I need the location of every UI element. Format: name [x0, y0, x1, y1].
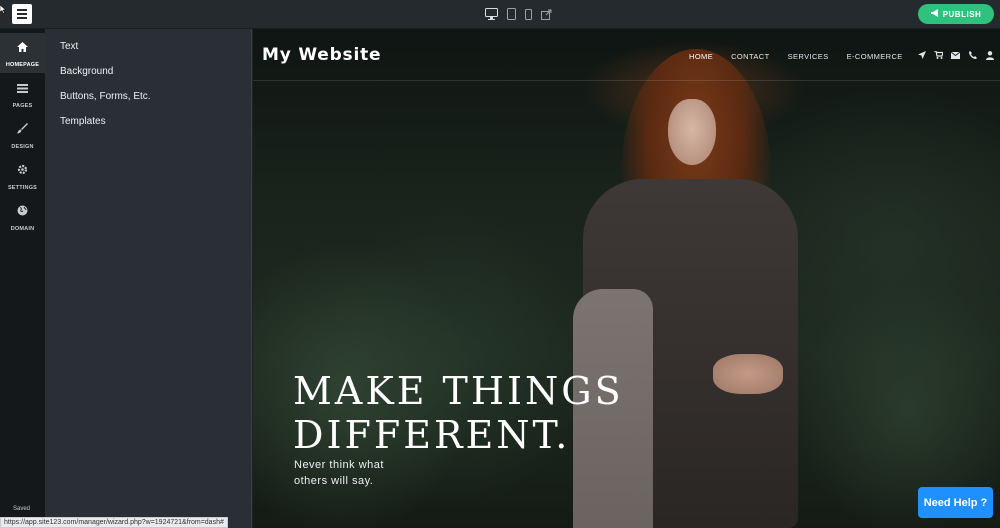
rail-label: HOMEPAGE — [5, 61, 40, 68]
mouse-cursor-icon — [0, 1, 7, 19]
panel-item-buttons-forms[interactable]: Buttons, Forms, Etc. — [60, 91, 151, 102]
phone-icon[interactable] — [968, 50, 977, 60]
browser-status-url: https://app.site123.com/manager/wizard.p… — [0, 517, 228, 528]
globe-icon — [17, 203, 28, 221]
site-nav: HOME CONTACT SERVICES E-COMMERCE — [689, 52, 921, 61]
hero-subtitle-line: Never think what — [294, 459, 384, 471]
nav-link-contact[interactable]: CONTACT — [731, 52, 770, 61]
site-nav-icons — [917, 50, 994, 60]
panel-item-templates[interactable]: Templates — [60, 116, 106, 127]
send-icon[interactable] — [917, 50, 926, 60]
envelope-icon[interactable] — [951, 50, 960, 60]
hero-title-line: DIFFERENT. — [293, 413, 571, 457]
panel-item-text[interactable]: Text — [60, 41, 78, 52]
hero-title[interactable]: MAKE THINGS DIFFERENT. — [293, 369, 624, 457]
rail-label: PAGES — [12, 102, 33, 109]
user-icon[interactable] — [985, 50, 994, 60]
rail-item-pages[interactable]: PAGES — [0, 74, 45, 114]
hero-title-line: MAKE THINGS — [293, 369, 624, 413]
external-link-icon[interactable] — [541, 7, 552, 21]
home-icon — [17, 39, 28, 57]
cart-icon[interactable] — [934, 50, 943, 60]
rail-item-domain[interactable]: DOMAIN — [0, 197, 45, 237]
save-status: Saved — [13, 506, 31, 512]
tablet-icon[interactable] — [507, 7, 516, 21]
rail-item-settings[interactable]: SETTINGS — [0, 156, 45, 196]
nav-link-ecommerce[interactable]: E-COMMERCE — [847, 52, 903, 61]
left-nav-rail: HOMEPAGE PAGES DESIGN SETTINGS DOMAIN Sa… — [0, 29, 45, 528]
site-logo[interactable]: My Website — [262, 45, 381, 65]
hero-subtitle[interactable]: Never think what others will say. — [294, 457, 434, 489]
pages-icon — [17, 80, 28, 98]
rail-label: DESIGN — [11, 143, 34, 150]
publish-button[interactable]: PUBLISH — [918, 4, 994, 24]
need-help-button[interactable]: Need Help ? — [918, 487, 993, 518]
desktop-icon[interactable] — [485, 7, 498, 21]
nav-link-home[interactable]: HOME — [689, 52, 713, 61]
hero-subtitle-line: others will say. — [294, 475, 374, 487]
rail-label: DOMAIN — [10, 225, 35, 232]
nav-link-services[interactable]: SERVICES — [788, 52, 829, 61]
rail-item-design[interactable]: DESIGN — [0, 115, 45, 155]
rail-label: SETTINGS — [7, 184, 38, 191]
device-preview-switcher — [485, 7, 552, 21]
megaphone-icon — [930, 9, 940, 19]
top-toolbar: PUBLISH — [0, 0, 1000, 29]
homepage-menu-panel: Text Background Buttons, Forms, Etc. Tem… — [45, 29, 252, 528]
brush-icon — [17, 121, 28, 139]
website-preview[interactable]: My Website HOME CONTACT SERVICES E-COMME… — [253, 29, 1000, 528]
mobile-icon[interactable] — [525, 7, 532, 21]
header-divider — [253, 80, 1000, 81]
hamburger-icon[interactable] — [12, 4, 32, 24]
panel-item-background[interactable]: Background — [60, 66, 113, 77]
hero-image-face — [668, 99, 716, 165]
publish-label: PUBLISH — [942, 9, 982, 19]
hero-image-hands — [713, 354, 783, 394]
gear-icon — [17, 162, 28, 180]
rail-item-homepage[interactable]: HOMEPAGE — [0, 33, 45, 73]
